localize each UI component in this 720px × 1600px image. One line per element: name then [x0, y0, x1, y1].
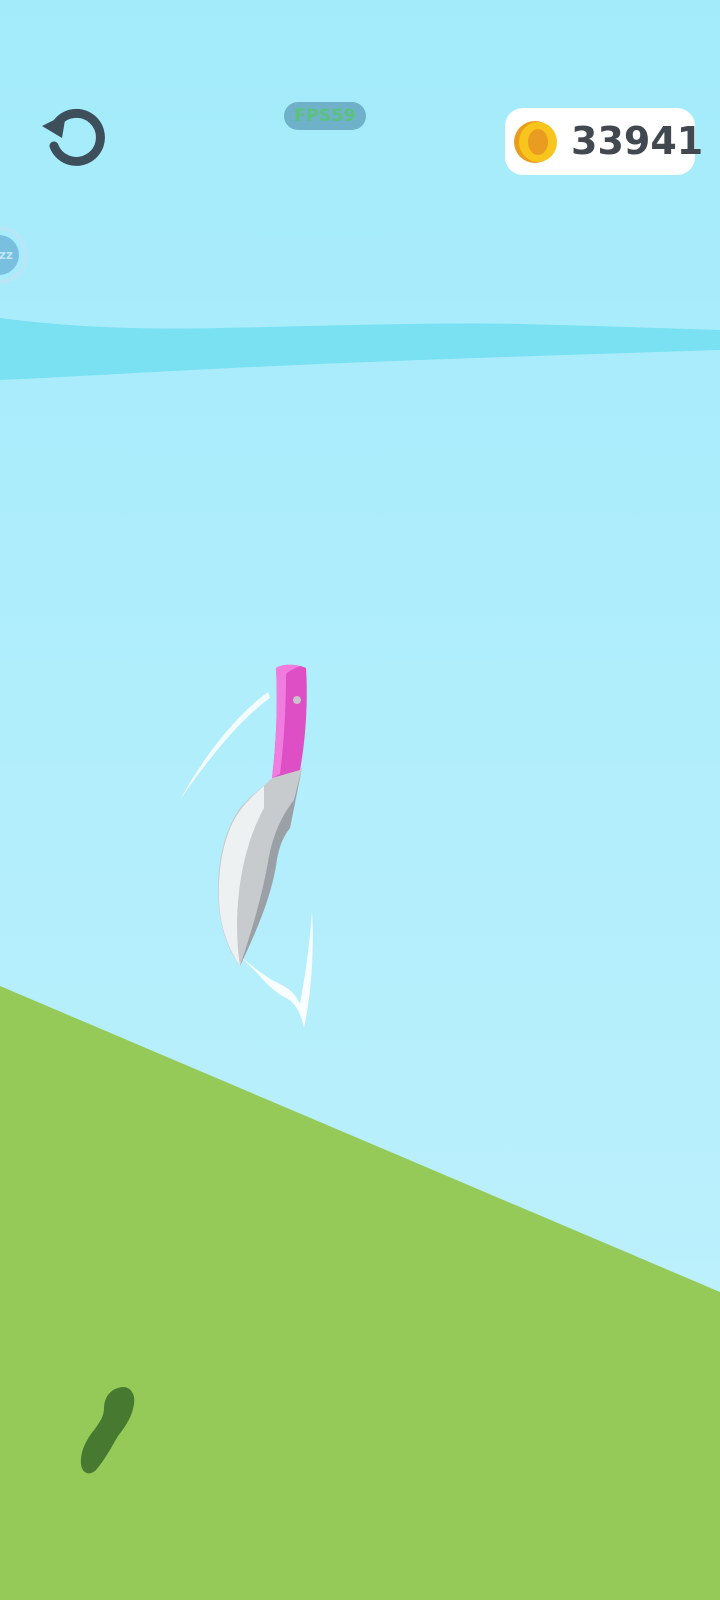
side-badge-face: zz	[0, 235, 19, 275]
swoosh-trail-upper	[180, 692, 270, 800]
restart-button[interactable]	[34, 98, 108, 172]
coin-count: 33941	[571, 119, 704, 163]
game-scene[interactable]: FPS59 33941 zz	[0, 0, 720, 1600]
fps-label: FPS59	[294, 106, 356, 126]
knife-icon[interactable]	[0, 0, 720, 1600]
coin-counter: 33941	[505, 108, 704, 175]
knife-rivet	[293, 696, 301, 704]
coin-icon	[514, 121, 557, 163]
side-badge-label: zz	[0, 248, 13, 262]
restart-icon	[42, 108, 105, 166]
fps-counter: FPS59	[284, 102, 366, 130]
